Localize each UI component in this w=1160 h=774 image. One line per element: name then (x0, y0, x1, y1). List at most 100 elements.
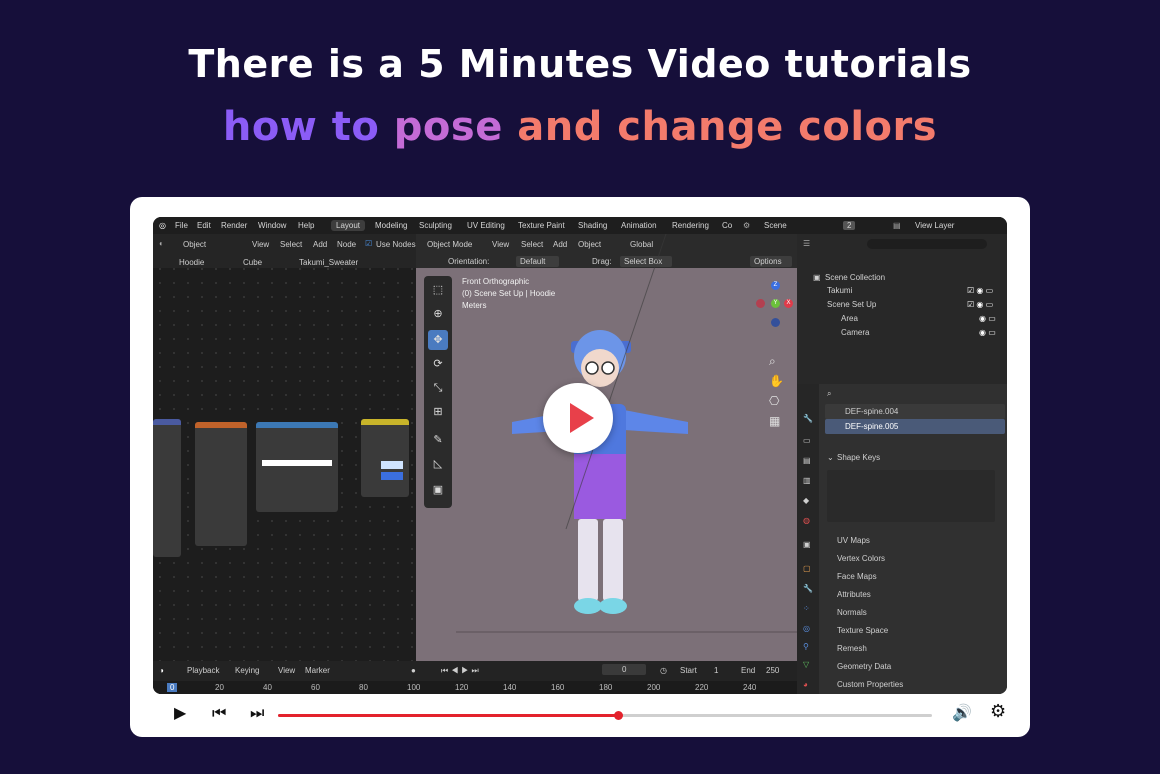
tab-more[interactable]: Co (722, 221, 732, 230)
tab-texture-paint[interactable]: Texture Paint (518, 221, 565, 230)
pan-hand-icon[interactable]: ✋ (769, 371, 784, 391)
output-props-icon[interactable]: ▤ (803, 456, 811, 465)
gizmo-z-icon[interactable]: Z (771, 281, 780, 290)
playback-controls-icon[interactable]: ⏮◀▶⏭ (441, 666, 482, 676)
timeline-menu-view[interactable]: View (278, 666, 295, 675)
grid-view-icon[interactable]: ▦ (769, 411, 784, 431)
panel-face-maps[interactable]: Face Maps (837, 572, 877, 581)
render-props-icon[interactable]: ▭ (803, 436, 811, 445)
panel-custom-properties[interactable]: Custom Properties (837, 680, 903, 689)
view-layer-selector[interactable]: View Layer (915, 221, 954, 230)
particles-props-icon[interactable]: ⁘ (803, 604, 810, 613)
panel-remesh[interactable]: Remesh (837, 644, 867, 653)
timeline[interactable]: ◑ Playback Keying View Marker ● ⏮◀▶⏭ 0 ◷… (153, 661, 797, 694)
start-value[interactable]: 1 (714, 666, 718, 675)
mesh-data-props-icon[interactable]: ▽ (803, 660, 809, 669)
bone-item-spine-004[interactable]: DEF-spine.004 (845, 407, 898, 416)
tab-modeling[interactable]: Modeling (375, 221, 407, 230)
menu-window[interactable]: Window (258, 221, 286, 230)
shader-node-colorramp[interactable] (256, 422, 338, 512)
tool-props-icon[interactable]: 🔧 (803, 414, 813, 423)
collection-props-icon[interactable]: ▣ (803, 540, 811, 549)
menu-help[interactable]: Help (298, 221, 314, 230)
tab-shading[interactable]: Shading (578, 221, 607, 230)
breadcrumb-material[interactable]: Takumi_Sweater (299, 258, 358, 267)
gizmo-neg-z-icon[interactable] (771, 318, 780, 327)
panel-geometry-data[interactable]: Geometry Data (837, 662, 891, 671)
panel-normals[interactable]: Normals (837, 608, 867, 617)
object-props-icon[interactable]: ▢ (803, 564, 811, 573)
panel-attributes[interactable]: Attributes (837, 590, 871, 599)
use-nodes-checkbox-icon[interactable]: ☑ (365, 239, 372, 248)
breadcrumb-cube[interactable]: Cube (243, 258, 262, 267)
menu-edit[interactable]: Edit (197, 221, 211, 230)
bone-item-spine-005[interactable]: DEF-spine.005 (845, 422, 898, 431)
shape-keys-panel[interactable]: Shape Keys (837, 453, 880, 462)
volume-icon[interactable]: 🔊 (952, 703, 972, 722)
timeline-editor-icon[interactable]: ◑ (159, 666, 164, 675)
props-search-icon[interactable]: ⌕ (827, 389, 831, 399)
constraints-props-icon[interactable]: ⚲ (803, 642, 809, 651)
progress-handle[interactable] (614, 711, 624, 720)
node-mode-select[interactable]: Object (183, 240, 206, 249)
visibility-eye-icon[interactable]: ☑ ◉ ▭ (967, 286, 993, 295)
progress-track[interactable] (278, 711, 932, 720)
node-menu-view[interactable]: View (252, 240, 269, 249)
shader-node-wave[interactable] (195, 422, 247, 546)
play-icon[interactable]: ▶ (174, 703, 186, 722)
3d-viewport[interactable]: Object Mode View Select Add Object Globa… (416, 234, 797, 661)
video-frame[interactable]: ◎ File Edit Render Window Help Layout Mo… (153, 217, 1007, 694)
end-value[interactable]: 250 (766, 666, 779, 675)
outliner-item-camera[interactable]: Camera (841, 328, 869, 337)
current-frame-field[interactable]: 0 (602, 664, 647, 675)
node-editor[interactable]: ◐ Object View Select Add Node ☑ Use Node… (153, 234, 416, 661)
navigation-gizmo[interactable]: Z Y X (756, 281, 793, 341)
gizmo-neg-x-icon[interactable] (756, 299, 765, 308)
zoom-icon[interactable]: ⌕ (769, 351, 784, 371)
scene-props-icon[interactable]: ◆ (803, 496, 809, 505)
outliner-search-field[interactable] (867, 239, 987, 249)
node-menu-node[interactable]: Node (337, 240, 356, 249)
outliner-root[interactable]: Scene Collection (825, 273, 885, 282)
character-model[interactable] (416, 234, 797, 661)
outliner[interactable]: ☰ ▣ Scene Collection Takumi Scene Set Up… (797, 234, 1007, 384)
modifier-props-icon[interactable]: 🔧 (803, 584, 813, 593)
timeline-ruler[interactable]: 0 20 40 60 80 100 120 140 160 180 200 220 240 (153, 681, 797, 694)
timeline-menu-playback[interactable]: Playback (187, 666, 219, 675)
view-layer-props-icon[interactable]: ▥ (803, 476, 811, 485)
shader-node-partial[interactable] (153, 419, 181, 557)
outliner-type-icon[interactable]: ☰ (803, 239, 810, 248)
record-icon[interactable]: ● (411, 666, 416, 675)
tab-layout[interactable]: Layout (331, 220, 366, 231)
outliner-item-scene-set-up[interactable]: Scene Set Up (827, 300, 876, 309)
node-menu-add[interactable]: Add (313, 240, 327, 249)
skip-forward-icon[interactable]: ⏭ (250, 703, 264, 723)
visibility-eye-icon[interactable]: ☑ ◉ ▭ (967, 300, 993, 309)
breadcrumb-hoodie[interactable]: Hoodie (179, 258, 204, 267)
tab-rendering[interactable]: Rendering (672, 221, 709, 230)
panel-vertex-colors[interactable]: Vertex Colors (837, 554, 885, 563)
editor-type-icon[interactable]: ◐ (159, 239, 164, 248)
physics-props-icon[interactable]: ◎ (803, 624, 810, 633)
panel-uv-maps[interactable]: UV Maps (837, 536, 870, 545)
skip-back-icon[interactable]: ⏮ (212, 703, 226, 723)
node-menu-select[interactable]: Select (280, 240, 302, 249)
scene-selector[interactable]: Scene (764, 221, 787, 230)
gizmo-y-icon[interactable]: Y (771, 299, 780, 308)
settings-icon[interactable]: ⚙ (990, 701, 1006, 722)
properties-editor[interactable]: 🔧 ▭ ▤ ▥ ◆ ◍ ▣ ▢ 🔧 ⁘ ◎ ⚲ ▽ ◕ ⌕ DEF-spine.… (797, 384, 1007, 694)
tab-animation[interactable]: Animation (621, 221, 657, 230)
menu-file[interactable]: File (175, 221, 188, 230)
world-props-icon[interactable]: ◍ (803, 516, 810, 525)
shape-keys-list[interactable] (827, 470, 995, 522)
visibility-eye-icon[interactable]: ◉ ▭ (979, 314, 996, 323)
outliner-item-area[interactable]: Area (841, 314, 858, 323)
outliner-item-takumi[interactable]: Takumi (827, 286, 852, 295)
shader-node-mix[interactable] (361, 419, 409, 497)
tab-sculpting[interactable]: Sculpting (419, 221, 452, 230)
panel-texture-space[interactable]: Texture Space (837, 626, 888, 635)
timeline-menu-marker[interactable]: Marker (305, 666, 330, 675)
big-play-button[interactable] (543, 383, 613, 453)
visibility-eye-icon[interactable]: ◉ ▭ (979, 328, 996, 337)
camera-view-icon[interactable]: ⎔ (769, 391, 784, 411)
